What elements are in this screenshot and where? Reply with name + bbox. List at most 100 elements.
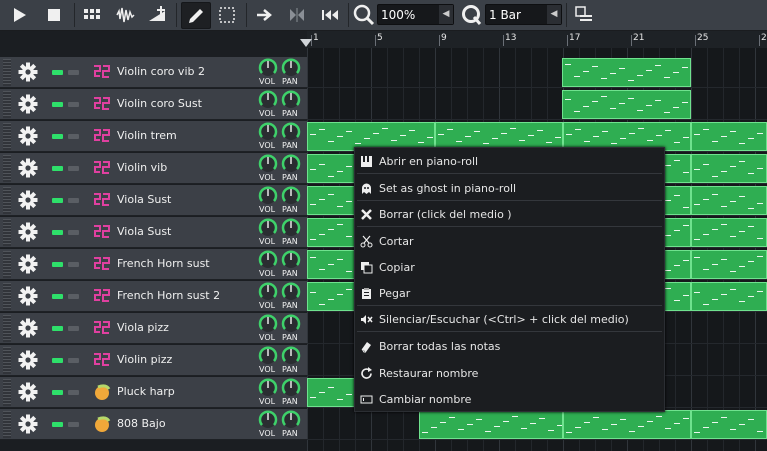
solo-toggle[interactable]	[68, 294, 79, 299]
track-grip-handle[interactable]	[3, 283, 11, 310]
pattern-clip[interactable]	[691, 410, 767, 439]
mute-toggle[interactable]	[52, 422, 63, 427]
pan-knob[interactable]	[281, 314, 301, 334]
draw-mode-button[interactable]	[181, 2, 211, 29]
gear-icon[interactable]	[18, 190, 38, 210]
mute-toggle[interactable]	[52, 230, 63, 235]
track-grip-handle[interactable]	[3, 315, 11, 342]
solo-toggle[interactable]	[68, 198, 79, 203]
menu-item-abrir-en-piano-roll[interactable]: Abrir en piano-roll	[355, 151, 664, 173]
gear-icon[interactable]	[18, 318, 38, 338]
add-sample-track-button[interactable]	[111, 2, 139, 27]
solo-toggle[interactable]	[68, 326, 79, 331]
pattern-clip[interactable]	[691, 282, 767, 311]
track-grip-handle[interactable]	[3, 91, 11, 118]
playhead-marker[interactable]	[300, 39, 312, 47]
menu-item-borrar-todas-las-notas[interactable]: Borrar todas las notas	[355, 336, 664, 358]
track-name[interactable]: Violin trem	[117, 129, 177, 142]
pan-knob[interactable]	[281, 250, 301, 270]
mute-toggle[interactable]	[52, 358, 63, 363]
volume-knob[interactable]	[258, 250, 278, 270]
track-grip-handle[interactable]	[3, 59, 11, 86]
track-name[interactable]: Violin coro vib 2	[117, 65, 205, 78]
gear-icon[interactable]	[18, 286, 38, 306]
snap-button[interactable]	[570, 2, 598, 27]
track-grip-handle[interactable]	[3, 123, 11, 150]
volume-knob[interactable]	[258, 410, 278, 430]
track-grip-handle[interactable]	[3, 219, 11, 246]
pan-knob[interactable]	[281, 218, 301, 238]
pattern-clip[interactable]	[562, 90, 691, 119]
mute-toggle[interactable]	[52, 198, 63, 203]
pattern-clip[interactable]	[563, 410, 691, 439]
pan-knob[interactable]	[281, 58, 301, 78]
stop-button[interactable]	[40, 2, 68, 27]
pan-knob[interactable]	[281, 90, 301, 110]
pan-knob[interactable]	[281, 154, 301, 174]
pattern-clip[interactable]	[691, 218, 767, 247]
move-right-button[interactable]	[250, 2, 278, 27]
mute-toggle[interactable]	[52, 326, 63, 331]
mute-toggle[interactable]	[52, 294, 63, 299]
solo-toggle[interactable]	[68, 134, 79, 139]
gear-icon[interactable]	[18, 158, 38, 178]
pan-knob[interactable]	[281, 346, 301, 366]
track-grip-handle[interactable]	[3, 155, 11, 182]
track-grip-handle[interactable]	[3, 251, 11, 278]
menu-item-cortar[interactable]: Cortar	[355, 231, 664, 253]
pattern-clip[interactable]	[562, 58, 691, 87]
track-name[interactable]: French Horn sust	[117, 257, 210, 270]
track-grip-handle[interactable]	[3, 411, 11, 438]
menu-item-borrar-click-del-medio[interactable]: Borrar (click del medio )	[355, 204, 664, 226]
volume-knob[interactable]	[258, 218, 278, 238]
track-name[interactable]: Pluck harp	[117, 385, 175, 398]
volume-knob[interactable]	[258, 90, 278, 110]
play-button[interactable]	[5, 2, 33, 27]
volume-knob[interactable]	[258, 314, 278, 334]
add-beat-track-button[interactable]	[78, 2, 106, 27]
mute-toggle[interactable]	[52, 166, 63, 171]
menu-item-cambiar-nombre[interactable]: Cambiar nombre	[355, 389, 664, 411]
solo-toggle[interactable]	[68, 70, 79, 75]
volume-knob[interactable]	[258, 122, 278, 142]
track-name[interactable]: Violin coro Sust	[117, 97, 202, 110]
track-name[interactable]: French Horn sust 2	[117, 289, 220, 302]
pattern-clip[interactable]	[691, 154, 767, 183]
solo-toggle[interactable]	[68, 358, 79, 363]
gear-icon[interactable]	[18, 350, 38, 370]
solo-toggle[interactable]	[68, 102, 79, 107]
volume-knob[interactable]	[258, 282, 278, 302]
menu-item-pegar[interactable]: Pegar	[355, 283, 664, 305]
pattern-clip[interactable]	[691, 122, 767, 151]
quantize-select[interactable]: 1 Bar ◀	[485, 4, 562, 25]
volume-knob[interactable]	[258, 186, 278, 206]
mirror-button[interactable]	[283, 2, 311, 27]
gear-icon[interactable]	[18, 414, 38, 434]
gear-icon[interactable]	[18, 94, 38, 114]
gear-icon[interactable]	[18, 254, 38, 274]
pattern-clip[interactable]	[419, 410, 563, 439]
menu-item-copiar[interactable]: Copiar	[355, 257, 664, 279]
pattern-clip[interactable]	[691, 250, 767, 279]
menu-item-restaurar-nombre[interactable]: Restaurar nombre	[355, 363, 664, 385]
pan-knob[interactable]	[281, 378, 301, 398]
solo-toggle[interactable]	[68, 166, 79, 171]
track-grip-handle[interactable]	[3, 187, 11, 214]
track-name[interactable]: Viola Sust	[117, 225, 171, 238]
pattern-clip[interactable]	[691, 186, 767, 215]
pan-knob[interactable]	[281, 186, 301, 206]
timeline-ruler[interactable]: 1 5 9 13 17 21 25 29	[307, 31, 767, 49]
solo-toggle[interactable]	[68, 422, 79, 427]
gear-icon[interactable]	[18, 62, 38, 82]
mute-toggle[interactable]	[52, 134, 63, 139]
volume-knob[interactable]	[258, 346, 278, 366]
gear-icon[interactable]	[18, 222, 38, 242]
mute-toggle[interactable]	[52, 262, 63, 267]
volume-knob[interactable]	[258, 58, 278, 78]
track-name[interactable]: Viola pizz	[117, 321, 169, 334]
solo-toggle[interactable]	[68, 390, 79, 395]
pan-knob[interactable]	[281, 410, 301, 430]
solo-toggle[interactable]	[68, 262, 79, 267]
track-name[interactable]: Violin pizz	[117, 353, 172, 366]
mute-toggle[interactable]	[52, 390, 63, 395]
